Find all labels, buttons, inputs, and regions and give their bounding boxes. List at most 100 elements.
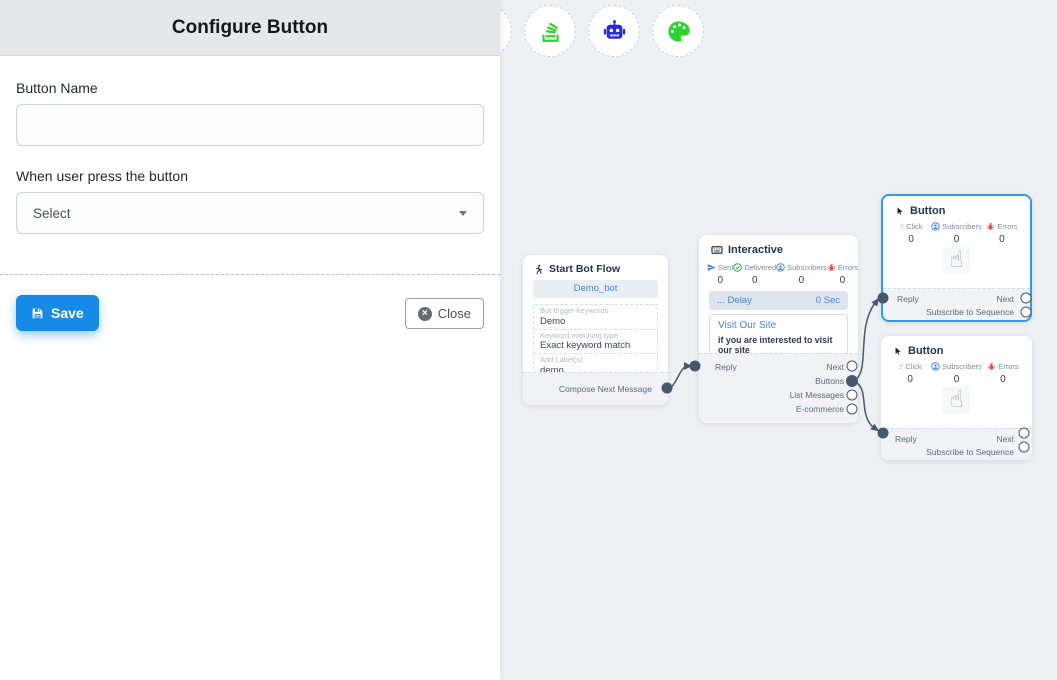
start-compose-output-port[interactable]: [662, 383, 673, 394]
message-title: Visit Our Site: [718, 320, 839, 331]
reply-port-label: Reply: [895, 434, 917, 444]
button-top-reply-input-port[interactable]: [878, 293, 889, 304]
robot-icon: [601, 18, 628, 45]
stat-value: 0: [891, 234, 931, 245]
save-button[interactable]: Save: [16, 295, 99, 331]
button-top-subscribe-output-port[interactable]: [1021, 307, 1032, 318]
stat-subscribers: Subscribers 0: [776, 263, 827, 286]
send-icon: [707, 263, 716, 272]
delay-label: ... Delay: [717, 295, 752, 306]
button-bottom-next-output-port[interactable]: [1019, 428, 1030, 439]
press-action-select[interactable]: Select: [16, 192, 484, 234]
next-port-label: Next: [827, 362, 844, 372]
stat-value: 0: [733, 275, 776, 286]
hand-pointer-icon: ☝: [943, 247, 969, 273]
interactive-reply-input-port[interactable]: [690, 361, 701, 372]
node-footer: Reply Next Buttons List Messages E-comme…: [699, 353, 858, 423]
stat-value: 0: [931, 374, 982, 385]
bot-name-chip[interactable]: Demo_bot: [533, 280, 658, 298]
stat-sent: Sent 0: [707, 263, 733, 286]
node-footer: Reply Next Subscribe to Sequence: [881, 428, 1032, 460]
delay-value: 0 Sec: [816, 295, 840, 306]
bug-icon: [987, 362, 996, 371]
cursor-icon: [893, 346, 903, 357]
stat-click: ☝ Click 0: [889, 362, 931, 385]
bug-icon: [986, 222, 995, 231]
stat-label: Click: [906, 222, 922, 231]
interactive-next-output-port[interactable]: [847, 361, 858, 372]
stat-value: 0: [931, 234, 982, 245]
press-button-label: When user press the button: [16, 168, 484, 184]
stat-label: Sent: [718, 263, 733, 272]
panel-body: Button Name When user press the button S…: [0, 56, 500, 331]
button-name-input[interactable]: [16, 104, 484, 146]
button-node-top[interactable]: Button ☝ Click 0 Subscribers: [881, 194, 1032, 322]
stat-subscribers: Subscribers 0: [931, 222, 982, 245]
select-value: Select: [33, 206, 71, 221]
button-bottom-subscribe-output-port[interactable]: [1019, 442, 1030, 453]
button-bottom-reply-input-port[interactable]: [878, 428, 889, 439]
compose-next-message-label: Compose Next Message: [559, 384, 652, 394]
stat-label: Errors: [997, 222, 1017, 231]
interactive-node[interactable]: Interactive Sent 0 Delivered 0: [699, 235, 858, 423]
bug-icon: [827, 263, 836, 272]
start-bot-flow-node[interactable]: Start Bot Flow Demo_bot Bot trigger keyw…: [523, 255, 668, 405]
stat-click: ☝ Click 0: [891, 222, 931, 245]
message-body: if you are interested to visit our site: [718, 335, 839, 355]
ecommerce-port-label: E-commerce: [796, 404, 844, 414]
click-hand-icon: ☝: [899, 362, 904, 371]
reply-port-label: Reply: [897, 294, 919, 304]
keyboard-icon: [711, 244, 723, 256]
stat-value: 0: [889, 374, 931, 385]
field-value: Exact keyword match: [540, 340, 651, 351]
interactive-buttons-output-port[interactable]: [846, 375, 858, 387]
delay-setting[interactable]: ... Delay 0 Sec: [709, 291, 848, 310]
node-title: Interactive: [728, 244, 783, 256]
node-title: Button: [910, 205, 945, 217]
stats-row: ☝ Click 0 Subscribers 0: [881, 359, 1032, 385]
stat-errors: Errors 0: [982, 222, 1022, 245]
stat-subscribers: Subscribers 0: [931, 362, 982, 385]
next-port-label: Next: [997, 434, 1014, 444]
field-group: Bot trigger keywords Demo: [534, 305, 657, 330]
button-node-bottom[interactable]: Button ☝ Click 0 Subscribers: [881, 336, 1032, 460]
divider: [0, 274, 500, 275]
stats-row: Sent 0 Delivered 0: [699, 260, 858, 286]
node-title: Start Bot Flow: [549, 263, 620, 275]
save-label: Save: [51, 305, 84, 321]
toolbar-button-stack[interactable]: [524, 5, 576, 57]
interactive-ecommerce-output-port[interactable]: [847, 404, 858, 415]
running-person-icon: [533, 264, 544, 275]
chevron-down-icon: [459, 211, 467, 216]
palette-icon: [665, 18, 692, 45]
subscribers-icon: [931, 362, 940, 371]
stack-icon: [537, 18, 563, 44]
subscribers-icon: [931, 222, 940, 231]
bot-name-label: Demo_bot: [574, 283, 618, 294]
button-top-next-output-port[interactable]: [1021, 293, 1032, 304]
stat-label: Subscribers: [942, 222, 982, 231]
close-button[interactable]: × Close: [405, 298, 484, 329]
interactive-list-messages-output-port[interactable]: [847, 390, 858, 401]
stat-value: 0: [982, 374, 1024, 385]
toolbar-button-bot[interactable]: [588, 5, 640, 57]
stat-errors: Errors 0: [982, 362, 1024, 385]
stat-value: 0: [776, 275, 827, 286]
buttons-port-label: Buttons: [815, 376, 844, 386]
stat-label: Errors: [998, 362, 1018, 371]
stat-value: 0: [827, 275, 858, 286]
subscribe-sequence-port-label: Subscribe to Sequence: [926, 447, 1014, 457]
button-name-label: Button Name: [16, 80, 484, 96]
stat-errors: Errors 0: [827, 263, 858, 286]
trigger-settings-summary: Bot trigger keywords Demo Keyword matchi…: [533, 304, 658, 379]
field-label: Keyword matching type: [540, 332, 651, 341]
stat-label: Subscribers: [787, 263, 827, 272]
stat-label: Delivered: [744, 263, 776, 272]
panel-title: Configure Button: [172, 17, 328, 39]
node-title: Button: [908, 345, 943, 357]
stat-value: 0: [707, 275, 733, 286]
stat-label: Subscribers: [942, 362, 982, 371]
toolbar-button-theme[interactable]: [652, 5, 704, 57]
close-label: Close: [438, 306, 471, 321]
check-circle-icon: [733, 263, 742, 272]
